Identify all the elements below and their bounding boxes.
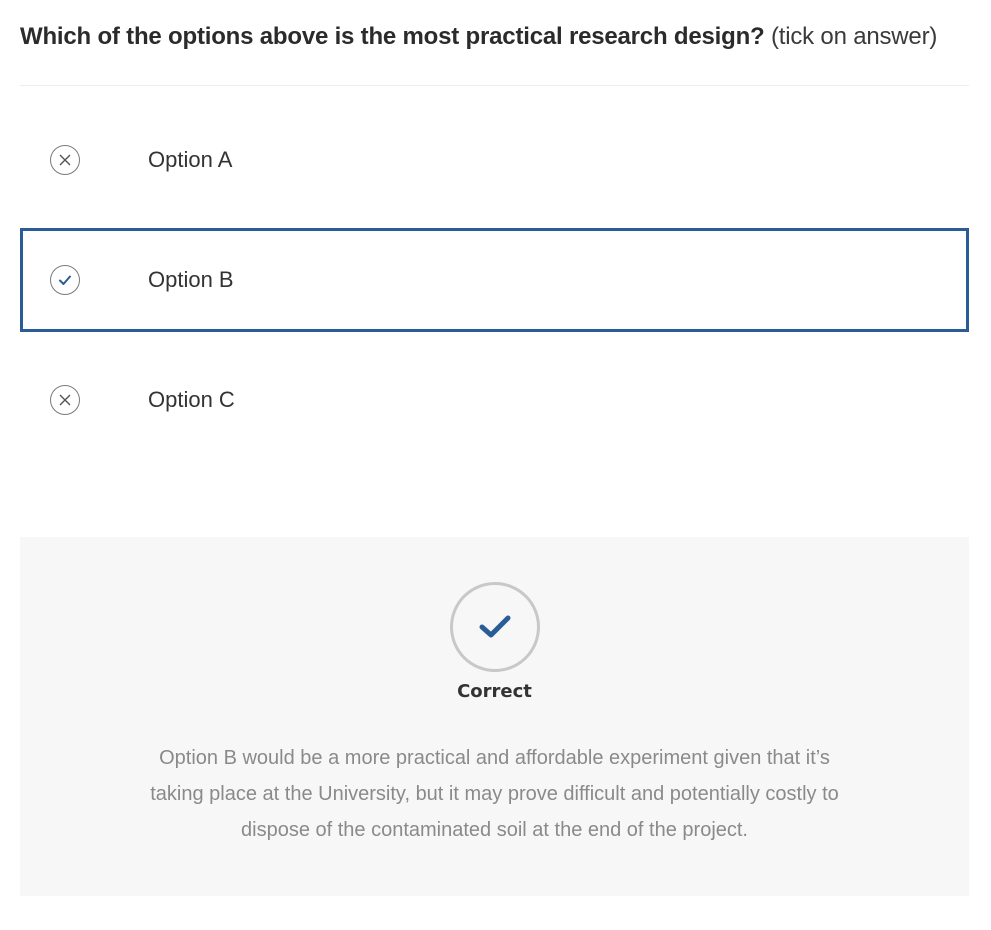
option-b[interactable]: Option B xyxy=(20,228,969,332)
divider xyxy=(20,85,969,86)
question-prompt: Which of the options above is the most p… xyxy=(20,20,970,54)
cross-circle-icon xyxy=(50,385,80,415)
option-label: Option C xyxy=(148,387,235,412)
question-hint: (tick on answer) xyxy=(770,23,938,50)
feedback-panel: Correct Option B would be a more practic… xyxy=(20,537,969,896)
option-label: Option B xyxy=(148,267,234,292)
option-a[interactable]: Option A xyxy=(20,108,969,212)
cross-circle-icon xyxy=(50,145,80,175)
feedback-message: Option B would be a more practical and a… xyxy=(150,747,839,841)
question-text: Which of the options above is the most p… xyxy=(20,23,765,50)
option-c[interactable]: Option C xyxy=(20,348,969,452)
check-circle-icon xyxy=(50,265,80,295)
option-label: Option A xyxy=(148,147,233,172)
check-icon xyxy=(450,582,540,672)
feedback-status: Correct xyxy=(457,681,532,702)
